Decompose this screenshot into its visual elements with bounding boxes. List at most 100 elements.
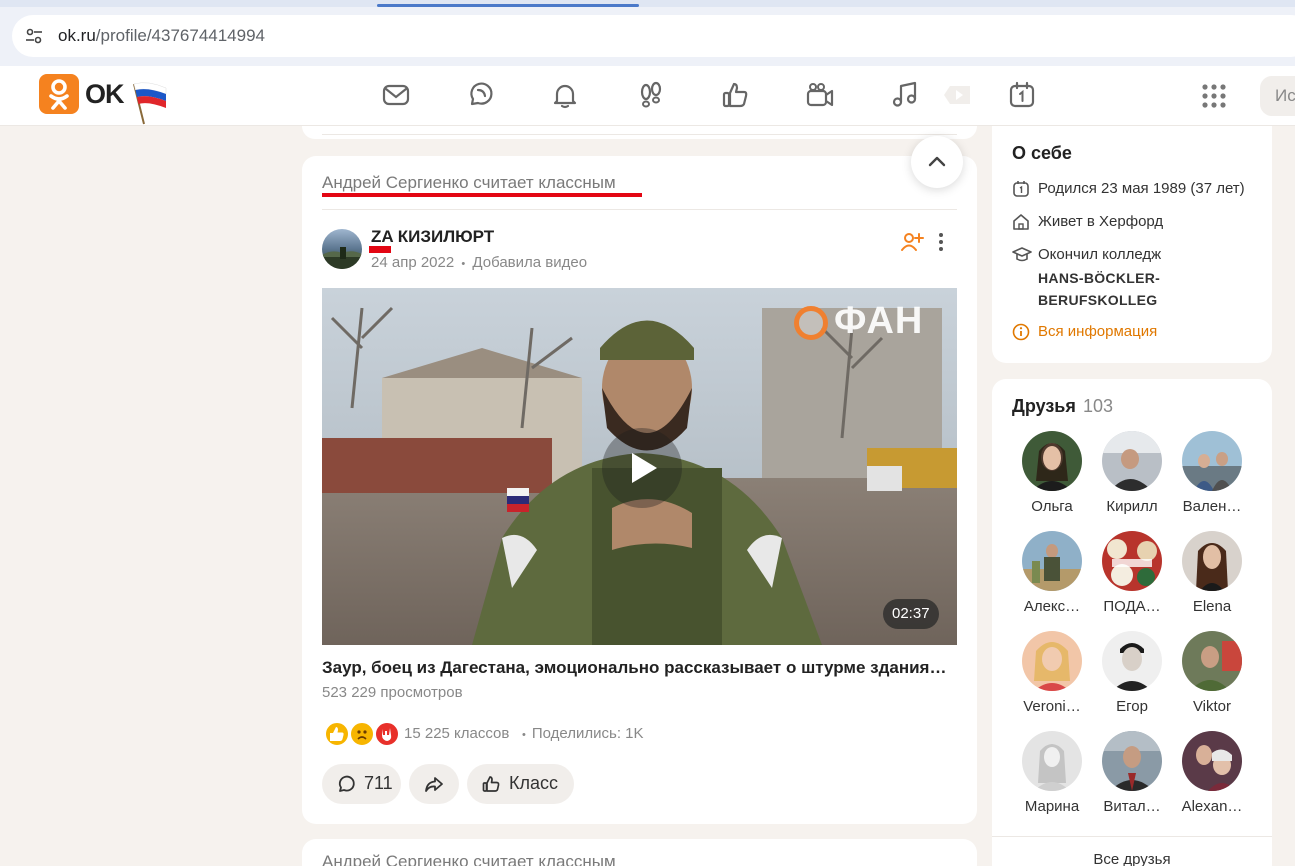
friend-item[interactable]: Егор	[1092, 631, 1172, 721]
thumbs-up-reaction-icon	[324, 721, 350, 747]
class-count[interactable]: 15 225 классов	[404, 725, 509, 742]
friend-item[interactable]: Марина	[1012, 731, 1092, 821]
site-settings-icon[interactable]	[24, 26, 44, 46]
red-underline-annotation	[322, 193, 642, 197]
post-action: Добавила видео	[472, 254, 588, 271]
discussions-icon[interactable]	[466, 80, 496, 110]
logo-text[interactable]: OK	[85, 79, 124, 110]
class-button-label: Класс	[509, 773, 558, 793]
russian-flag-icon	[130, 78, 170, 126]
ok-logo-icon[interactable]	[39, 74, 79, 114]
friend-avatar	[1182, 631, 1242, 691]
school-name-line2: BERUFSKOLLEG	[1038, 292, 1158, 308]
school-name[interactable]: HANS-BÖCKLER- BERUFSKOLLEG	[1038, 267, 1160, 311]
url-text[interactable]: ok.ru/profile/437674414994	[58, 26, 265, 46]
friend-item[interactable]: Ольга	[1012, 431, 1092, 521]
calendar-icon	[1013, 181, 1029, 197]
video-title[interactable]: Заур, боец из Дагестана, эмоционально ра…	[322, 658, 962, 678]
add-friend-icon[interactable]	[900, 230, 924, 254]
friend-item[interactable]: Вален…	[1172, 431, 1252, 521]
friend-name: Alexan…	[1181, 798, 1243, 815]
birthday-text: Родился 23 мая 1989 (37 лет)	[1038, 180, 1245, 197]
scroll-to-top-button[interactable]	[911, 136, 963, 188]
guests-footprints-icon[interactable]	[636, 80, 666, 110]
divider	[322, 209, 957, 210]
friend-avatar	[1102, 531, 1162, 591]
stat-separator: •	[522, 729, 526, 741]
play-button[interactable]	[602, 428, 682, 508]
friend-avatar	[1102, 731, 1162, 791]
activity-label[interactable]: Андрей Сергиенко считает классным	[322, 852, 616, 866]
activity-label[interactable]: Андрей Сергиенко считает классным	[322, 173, 616, 193]
class-button[interactable]: Класс	[467, 764, 574, 804]
friends-count: 103	[1083, 396, 1114, 416]
post-date[interactable]: 24 апр 2022	[371, 254, 454, 271]
thumbs-up-icon	[482, 776, 500, 792]
comments-button[interactable]: 711	[322, 764, 401, 804]
url-path: /profile/437674414994	[95, 26, 265, 45]
friend-avatar	[1102, 631, 1162, 691]
friend-name: Veroni…	[1023, 698, 1081, 715]
friend-item[interactable]: Viktor	[1172, 631, 1252, 721]
friend-item[interactable]: Алекс…	[1012, 531, 1092, 621]
friend-name: Вален…	[1182, 498, 1242, 515]
friend-name: Ольга	[1031, 498, 1073, 515]
comments-count: 711	[364, 773, 393, 793]
friend-item[interactable]: ПОДА…	[1092, 531, 1172, 621]
rock-hand-reaction-icon	[374, 721, 400, 747]
notifications-bell-icon[interactable]	[550, 80, 580, 110]
url-host: ok.ru	[58, 26, 96, 45]
video-duration: 02:37	[883, 599, 939, 629]
views-count: 523 229 просмотров	[322, 684, 463, 701]
meta-separator: •	[461, 258, 466, 270]
friend-item[interactable]: Витал…	[1092, 731, 1172, 821]
graduation-cap-icon	[1012, 247, 1032, 262]
share-button[interactable]	[409, 764, 459, 804]
friend-item[interactable]: Alexan…	[1172, 731, 1252, 821]
search-input[interactable]: Ис	[1260, 76, 1295, 116]
friends-title[interactable]: Друзья	[1012, 396, 1076, 417]
about-title: О себе	[1012, 143, 1072, 163]
friend-name: Алекс…	[1023, 598, 1081, 615]
shared-count[interactable]: • Поделились: 1K	[522, 725, 644, 742]
more-options-icon[interactable]	[932, 230, 950, 254]
reactions-stack[interactable]	[324, 721, 404, 749]
friend-name: ПОДА…	[1103, 598, 1161, 615]
site-header: OK Ис	[0, 66, 1295, 126]
friend-name: Марина	[1024, 798, 1080, 815]
all-info-text: Вся информация	[1038, 323, 1158, 340]
friend-item[interactable]: Veroni…	[1012, 631, 1092, 721]
music-note-icon[interactable]	[890, 80, 920, 110]
home-icon	[1013, 214, 1029, 230]
video-player[interactable]: ФАН 02:37	[322, 288, 957, 645]
friend-item[interactable]: Elena	[1172, 531, 1252, 621]
friend-avatar	[1102, 431, 1162, 491]
friend-name: Viktor	[1192, 698, 1232, 715]
video-camera-icon[interactable]	[805, 80, 835, 110]
friend-avatar	[1182, 531, 1242, 591]
fan-logo-icon	[794, 306, 828, 340]
group-name[interactable]: ZA КИЗИЛЮРТ	[371, 227, 494, 247]
divider	[322, 134, 957, 135]
previous-card-bottom	[302, 126, 977, 139]
friend-item[interactable]: Кирилл	[1092, 431, 1172, 521]
residence-text: Живет в Херфорд	[1038, 213, 1164, 230]
comment-icon	[338, 775, 355, 792]
messages-icon[interactable]	[381, 80, 411, 110]
friend-avatar	[1022, 531, 1082, 591]
friend-name: Егор	[1116, 698, 1148, 715]
friend-avatar	[1022, 731, 1082, 791]
all-friends-link[interactable]: Все друзья	[992, 851, 1272, 866]
shared-count-label: Поделились: 1K	[531, 725, 644, 742]
video-play-badge-icon[interactable]	[940, 80, 974, 110]
tab-strip	[0, 0, 1295, 7]
share-arrow-icon	[425, 777, 443, 792]
address-bar[interactable]: ok.ru/profile/437674414994	[12, 15, 1295, 57]
group-avatar[interactable]	[322, 229, 362, 269]
friend-avatar	[1182, 731, 1242, 791]
friend-avatar	[1182, 431, 1242, 491]
apps-grid-icon[interactable]	[1201, 83, 1227, 109]
friend-name: Кирилл	[1106, 498, 1158, 515]
likes-thumb-icon[interactable]	[721, 80, 751, 110]
calendar-icon[interactable]	[1007, 80, 1037, 110]
